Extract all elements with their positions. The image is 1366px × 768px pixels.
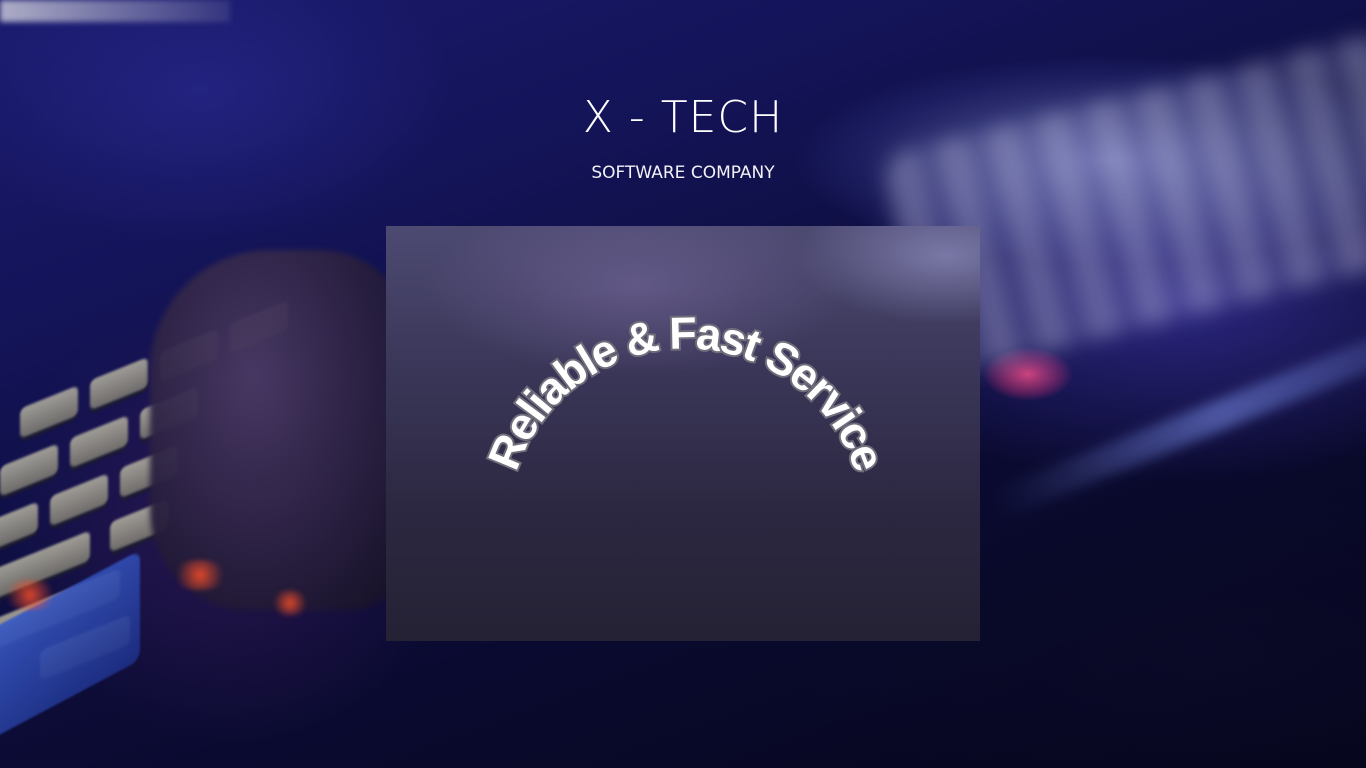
tagline-card: Reliable & Fast Service: [386, 226, 980, 641]
company-subtitle: SOFTWARE COMPANY: [591, 163, 775, 183]
background-glare: [0, 0, 230, 22]
tagline-text: Reliable & Fast Service: [478, 307, 895, 477]
hero-page: X - TECH SOFTWARE COMPANY Reliable & Fas…: [0, 0, 1366, 768]
background-hand: [150, 250, 410, 610]
tagline-arc: Reliable & Fast Service: [476, 305, 899, 479]
background-red-glow: [0, 580, 60, 610]
background-red-glow: [270, 590, 310, 616]
company-title: X - TECH: [582, 92, 784, 143]
background-red-glow: [170, 560, 230, 590]
tagline-textpath: Reliable & Fast Service: [476, 305, 899, 479]
